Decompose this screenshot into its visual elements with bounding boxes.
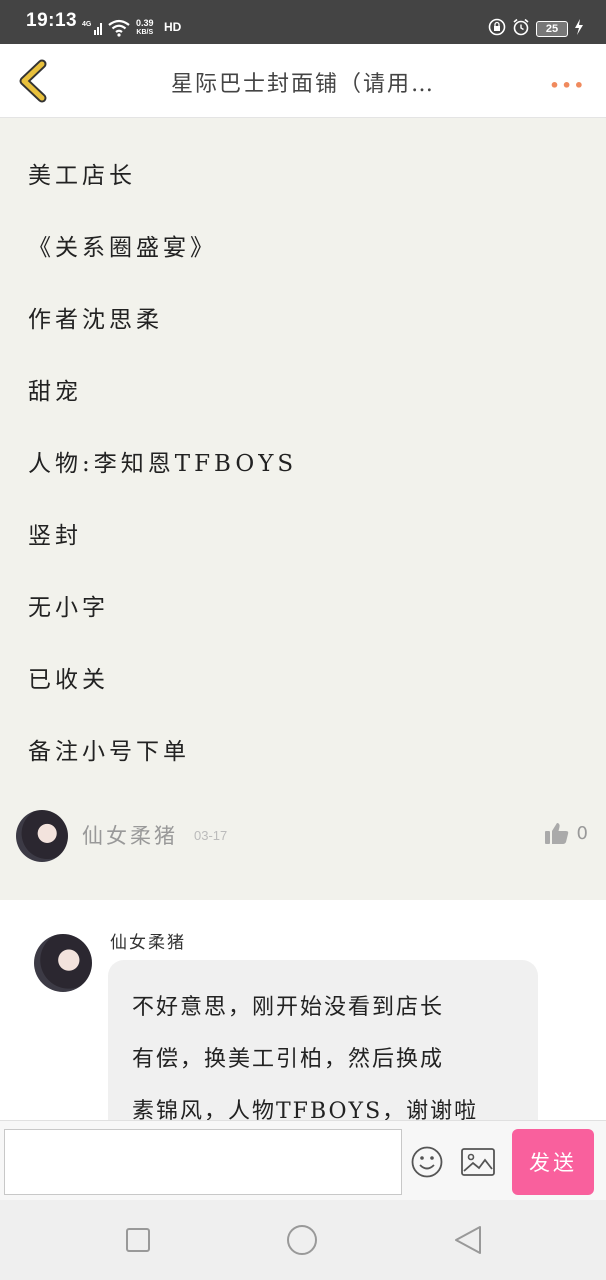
status-time: 19:13 <box>26 10 78 31</box>
reply-line: 有偿，换美工引柏，然后换成 <box>132 1047 445 1072</box>
network-speed: 0.39 KB/S <box>136 19 154 37</box>
reply-line: 素锦风，人物TFBOYS，谢谢啦 <box>132 1099 479 1120</box>
more-options-button[interactable]: ••• <box>549 76 586 95</box>
comment-input-bar: 发送 <box>0 1120 606 1200</box>
author-avatar[interactable] <box>16 810 68 862</box>
triangle-back-icon <box>455 1226 481 1254</box>
post-content: 美工店长 《关系圈盛宴》 作者沈思柔 甜宠 人物:李知恩TFBOYS 竖封 无小… <box>0 118 606 900</box>
post-line: 无小字 <box>28 595 109 621</box>
network-type: 4G <box>82 21 92 28</box>
reply-author-avatar[interactable] <box>34 934 92 992</box>
like-button[interactable]: 0 <box>544 822 588 844</box>
post-line: 备注小号下单 <box>28 739 190 765</box>
like-count: 0 <box>576 822 588 844</box>
network-speed-value: 0.39 <box>136 18 154 28</box>
post-line: 《关系圈盛宴》 <box>28 235 217 261</box>
reply-item: 仙女柔猪 不好意思，刚开始没看到店长 有偿，换美工引柏，然后换成 素锦风，人物T… <box>0 900 606 1120</box>
system-back-button[interactable] <box>452 1224 484 1256</box>
post-line: 人物:李知恩TFBOYS <box>28 451 298 477</box>
lock-rotation-icon <box>488 18 506 40</box>
image-icon <box>461 1148 495 1176</box>
author-name[interactable]: 仙女柔猪 <box>82 820 178 850</box>
wifi-icon <box>108 19 130 41</box>
image-upload-button[interactable] <box>460 1147 496 1179</box>
circle-icon <box>287 1225 317 1255</box>
page-title: 星际巴士封面铺（请用… <box>170 72 435 97</box>
post-line: 作者沈思柔 <box>28 307 163 333</box>
send-button[interactable]: 发送 <box>512 1129 594 1195</box>
emoji-button[interactable] <box>410 1145 444 1179</box>
thumbs-up-icon <box>544 823 568 844</box>
reply-bubble: 不好意思，刚开始没看到店长 有偿，换美工引柏，然后换成 素锦风，人物TFBOYS… <box>108 960 538 1120</box>
post-date: 03-17 <box>194 828 228 843</box>
signal-icon: 4G <box>82 20 104 40</box>
battery-indicator: 25 <box>536 21 568 37</box>
post-line: 竖封 <box>28 523 82 549</box>
hd-indicator: HD <box>164 20 182 34</box>
chevron-left-icon <box>19 59 47 103</box>
smiley-icon <box>411 1146 443 1178</box>
reply-line: 不好意思，刚开始没看到店长 <box>132 995 445 1020</box>
reply-author-name[interactable]: 仙女柔猪 <box>110 928 186 953</box>
network-speed-unit: KB/S <box>136 29 154 36</box>
post-line: 甜宠 <box>28 379 82 405</box>
status-bar: 19:13 4G 0.39 KB/S HD 25 <box>0 0 606 44</box>
square-icon <box>126 1228 150 1252</box>
top-nav-header: 星际巴士封面铺（请用… ••• <box>0 44 606 118</box>
home-button[interactable] <box>286 1224 318 1256</box>
comment-input[interactable] <box>4 1129 402 1195</box>
charging-icon <box>574 19 584 39</box>
alarm-icon <box>512 18 530 40</box>
system-nav-bar <box>0 1200 606 1280</box>
back-button[interactable] <box>14 58 54 104</box>
post-line: 美工店长 <box>28 163 136 189</box>
recent-apps-button[interactable] <box>122 1224 154 1256</box>
post-line: 已收关 <box>28 667 109 693</box>
